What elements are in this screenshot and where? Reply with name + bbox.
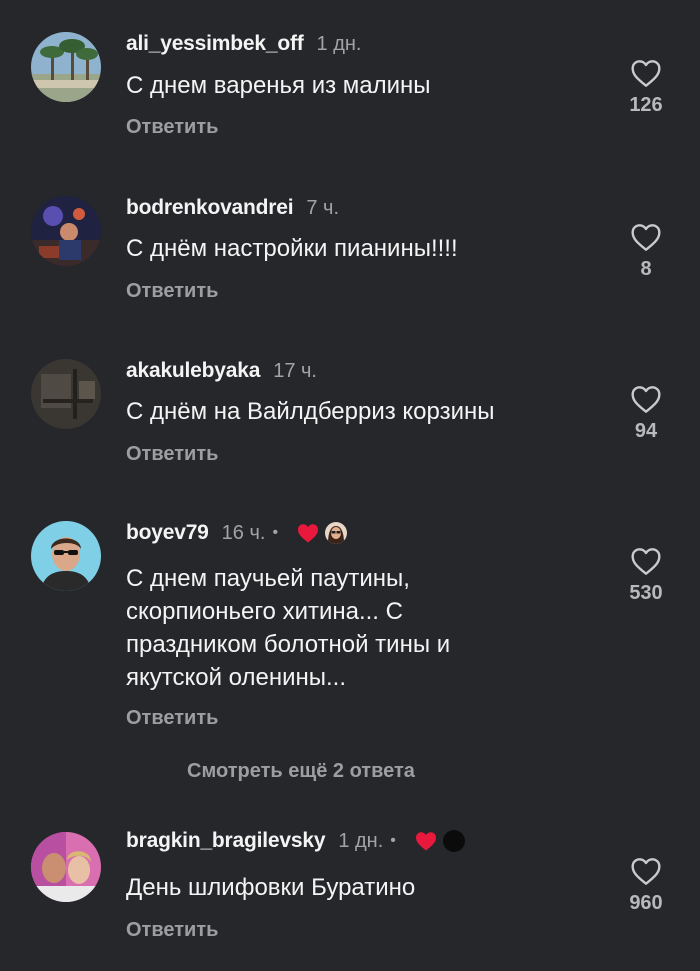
timestamp: 17 ч. [273,359,317,382]
user-avatar[interactable] [31,32,101,102]
view-more-replies-button[interactable]: Смотреть ещё 2 ответа [187,760,415,783]
username[interactable]: ali_yessimbek_off [126,32,304,56]
like-control: 94 [620,384,672,443]
user-avatar[interactable] [31,196,101,266]
heart-outline-icon[interactable] [630,222,662,252]
heart-outline-icon[interactable] [630,58,662,88]
like-control: 530 [620,546,672,605]
comment-text: День шлифовки Буратино [126,874,416,901]
user-avatar[interactable] [31,832,101,902]
red-heart-icon [296,522,320,544]
reply-button[interactable]: Ответить [126,280,218,303]
author-avatar [325,522,348,544]
comment-text-line: С днем паучьей паутины, [126,565,410,592]
like-control: 8 [620,222,672,281]
reply-button[interactable]: Ответить [126,443,218,466]
comment-text-line: якутской оленины... [126,664,347,691]
timestamp: 1 дн. [316,32,362,55]
username[interactable]: akakulebyaka [126,359,260,383]
like-count: 8 [640,258,652,280]
username[interactable]: boyev79 [126,521,209,545]
comment-text: С днём настройки пианины!!!! [126,235,458,262]
user-avatar[interactable] [31,359,101,429]
red-heart-icon [414,830,438,852]
like-control: 960 [620,856,672,915]
like-count: 94 [634,420,658,442]
reply-button[interactable]: Ответить [126,707,218,730]
separator-dot: • [390,832,396,849]
timestamp: 1 дн. [338,829,384,852]
heart-outline-icon[interactable] [630,384,662,414]
heart-outline-icon[interactable] [630,546,662,576]
like-count: 960 [629,892,663,914]
comment-text: С днем варенья из малины [126,72,431,99]
like-control: 126 [620,58,672,117]
username[interactable]: bodrenkovandrei [126,196,294,220]
heart-outline-icon[interactable] [630,856,662,886]
comment-text-line: скорпионьего хитина... С [126,598,403,625]
comment-text: С днем паучьей паутины, скорпионьего хит… [126,562,566,694]
reply-button[interactable]: Ответить [126,919,218,942]
user-avatar[interactable] [31,521,101,591]
like-count: 530 [629,582,663,604]
separator-dot: • [272,524,279,541]
timestamp: 16 ч. [221,521,266,544]
like-count: 126 [629,94,663,116]
timestamp: 7 ч. [306,196,340,219]
reply-button[interactable]: Ответить [126,116,218,139]
comment-text-line: праздником болотной тины и [126,631,451,658]
author-avatar [442,830,465,852]
comment-text: С днём на Вайлдберриз корзины [126,398,495,425]
username[interactable]: bragkin_bragilevsky [126,829,326,853]
